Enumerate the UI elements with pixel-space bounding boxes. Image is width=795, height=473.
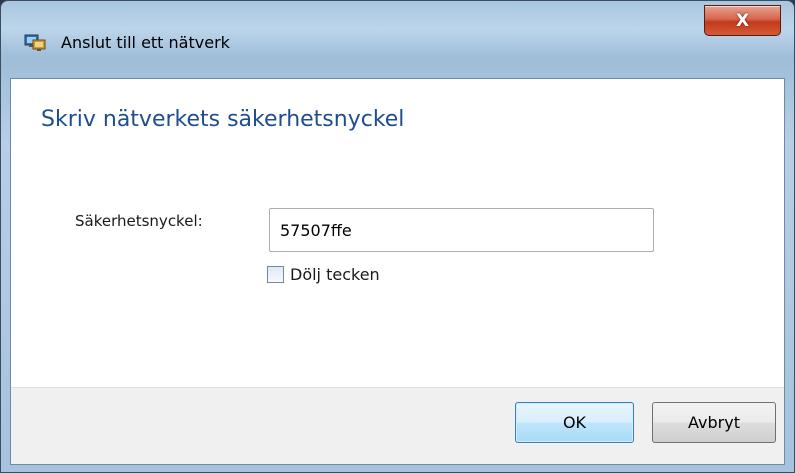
title-bar[interactable]: Anslut till ett nätverk X: [1, 1, 794, 78]
dialog-footer: OK Avbryt: [11, 387, 784, 464]
security-key-input[interactable]: [269, 208, 654, 252]
close-icon: X: [735, 10, 750, 31]
hide-characters-checkbox[interactable]: [267, 266, 284, 283]
cancel-button[interactable]: Avbryt: [652, 402, 776, 443]
hide-characters-label[interactable]: Dölj tecken: [290, 265, 380, 284]
close-button[interactable]: X: [704, 5, 781, 36]
network-connect-icon: [24, 33, 46, 53]
ok-button[interactable]: OK: [515, 402, 634, 443]
hide-characters-option[interactable]: Dölj tecken: [267, 265, 380, 284]
dialog-heading: Skriv nätverkets säkerhetsnyckel: [41, 107, 405, 132]
security-key-label: Säkerhetsnyckel:: [75, 212, 203, 230]
window-title: Anslut till ett nätverk: [61, 33, 230, 52]
dialog-window: Anslut till ett nätverk X Skriv nätverke…: [0, 0, 795, 473]
dialog-client-area: Skriv nätverkets säkerhetsnyckel Säkerhe…: [10, 78, 785, 465]
